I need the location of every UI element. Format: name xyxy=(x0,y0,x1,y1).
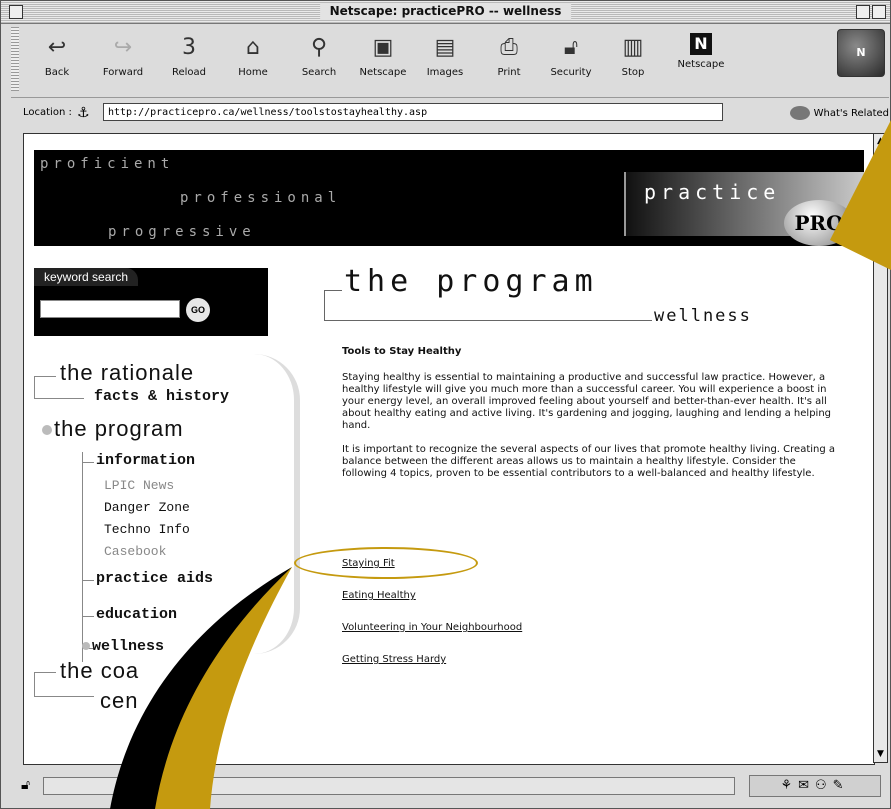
bullet-icon xyxy=(82,642,90,651)
security-status-icon[interactable]: 🔓︎ xyxy=(21,777,30,793)
title-bar[interactable]: Netscape: practicePRO -- wellness xyxy=(1,1,890,24)
nav-practice-aids[interactable]: practice aids xyxy=(96,570,213,587)
site-navigation: the rationale facts & history the progra… xyxy=(24,354,300,754)
scroll-down-arrow-icon[interactable]: ▼ xyxy=(875,749,886,760)
site-banner: proficient professional progressive prac… xyxy=(34,150,864,246)
print-button[interactable]: ⎙ Print xyxy=(481,29,537,91)
search-button[interactable]: ⚲ Search xyxy=(291,29,347,91)
go-button[interactable]: GO xyxy=(186,298,210,322)
article-title: Tools to Stay Healthy xyxy=(342,346,462,357)
netscape-icon: ▣ xyxy=(372,35,394,60)
status-text-field xyxy=(43,777,735,795)
window-title: Netscape: practicePRO -- wellness xyxy=(319,3,572,20)
nav-information[interactable]: information xyxy=(96,452,195,469)
collapse-box[interactable] xyxy=(872,5,886,19)
bullet-icon xyxy=(42,425,52,436)
nav-the-program[interactable]: the program xyxy=(42,416,184,442)
nav-danger-zone[interactable]: Danger Zone xyxy=(104,500,190,515)
forward-button[interactable]: ↪ Forward xyxy=(95,29,151,91)
nav-wellness[interactable]: wellness xyxy=(82,638,164,655)
home-icon: ⌂ xyxy=(246,35,260,60)
nav-arc-decoration xyxy=(254,354,300,654)
banner-line-1: proficient xyxy=(40,156,175,172)
page-proxy-icon[interactable]: ⚓︎ xyxy=(77,104,95,122)
reload-icon: 3 xyxy=(182,35,196,60)
page-title: the program xyxy=(344,264,598,299)
url-input[interactable] xyxy=(103,103,723,121)
stop-icon: ▥ xyxy=(622,35,644,60)
forward-arrow-icon: ↪ xyxy=(113,35,133,60)
security-button[interactable]: 🔓︎ Security xyxy=(543,29,599,91)
banner-line-2: professional xyxy=(180,190,342,206)
nav-the-coaching-centre-fragment[interactable]: g xyxy=(222,668,235,694)
highlight-oval xyxy=(294,547,478,579)
nav-facts-history[interactable]: facts & history xyxy=(94,388,229,405)
location-bar: Location : ⚓︎ What's Related xyxy=(11,101,889,127)
component-bar[interactable]: ⚘✉⚇✎ xyxy=(749,775,881,797)
close-box[interactable] xyxy=(9,5,23,19)
status-bar: 🔓︎ ⚘✉⚇✎ xyxy=(11,771,889,805)
link-getting-stress-hardy[interactable]: Getting Stress Hardy xyxy=(342,654,522,665)
back-button[interactable]: ↩ Back xyxy=(29,29,85,91)
article-paragraph-2: It is important to recognize the several… xyxy=(342,444,836,479)
netscape-n-button[interactable]: N Netscape xyxy=(673,29,729,91)
nav-the-coaching-centre-line1[interactable]: the coa xyxy=(60,658,139,684)
navigation-toolbar: ↩ Back ↪ Forward 3 Reload ⌂ Home ⚲ Search ▣ Ne… xyxy=(11,25,889,98)
link-eating-healthy[interactable]: Eating Healthy xyxy=(342,590,522,601)
nav-the-rationale[interactable]: the rationale xyxy=(60,360,194,386)
back-arrow-icon: ↩ xyxy=(47,35,67,60)
home-button[interactable]: ⌂ Home xyxy=(225,29,281,91)
images-button[interactable]: ▤ Images xyxy=(417,29,473,91)
logo-pro-badge: PRO xyxy=(784,200,854,246)
keyword-search-input[interactable] xyxy=(40,300,180,318)
nav-lpic-news[interactable]: LPIC News xyxy=(104,478,174,493)
logo-practice-word: practice xyxy=(644,180,781,204)
browser-window: Netscape: practicePRO -- wellness ↩ Back … xyxy=(0,0,891,809)
stop-button[interactable]: ▥ Stop xyxy=(605,29,661,91)
scroll-up-arrow-icon[interactable]: ▲ xyxy=(875,136,886,147)
link-volunteering[interactable]: Volunteering in Your Neighbourhood xyxy=(342,622,522,633)
reload-button[interactable]: 3 Reload xyxy=(161,29,217,91)
netscape-button[interactable]: ▣ Netscape xyxy=(355,29,411,91)
security-lock-icon: 🔓︎ xyxy=(563,35,579,60)
nav-techno-info[interactable]: Techno Info xyxy=(104,522,190,537)
nav-education[interactable]: education xyxy=(96,606,177,623)
toolbar-grip[interactable] xyxy=(11,27,19,91)
images-icon: ▤ xyxy=(434,35,456,60)
search-icon: ⚲ xyxy=(310,35,328,60)
print-icon: ⎙ xyxy=(500,35,518,60)
netscape-throbber-logo[interactable]: N xyxy=(837,29,885,77)
page-subtitle: wellness xyxy=(654,306,752,326)
location-label: Location : xyxy=(23,107,72,118)
page-viewport: proficient professional progressive prac… xyxy=(23,133,875,765)
zoom-box[interactable] xyxy=(856,5,870,19)
article-body: Tools to Stay Healthy Staying healthy is… xyxy=(342,346,842,492)
section-heading: the program wellness xyxy=(324,264,784,334)
nav-the-coaching-centre-line2[interactable]: cen xyxy=(100,688,138,714)
keyword-search-box: keyword search GO xyxy=(34,268,268,336)
banner-line-3: progressive xyxy=(108,224,256,240)
whats-related-button[interactable]: What's Related xyxy=(789,106,889,120)
netscape-n-icon: N xyxy=(690,33,712,55)
nav-casebook[interactable]: Casebook xyxy=(104,544,166,559)
keyword-search-label: keyword search xyxy=(34,268,139,286)
whats-related-icon xyxy=(789,106,810,120)
article-paragraph-1: Staying healthy is essential to maintain… xyxy=(342,372,832,431)
vertical-scrollbar[interactable]: ▲ ▼ xyxy=(873,133,888,763)
